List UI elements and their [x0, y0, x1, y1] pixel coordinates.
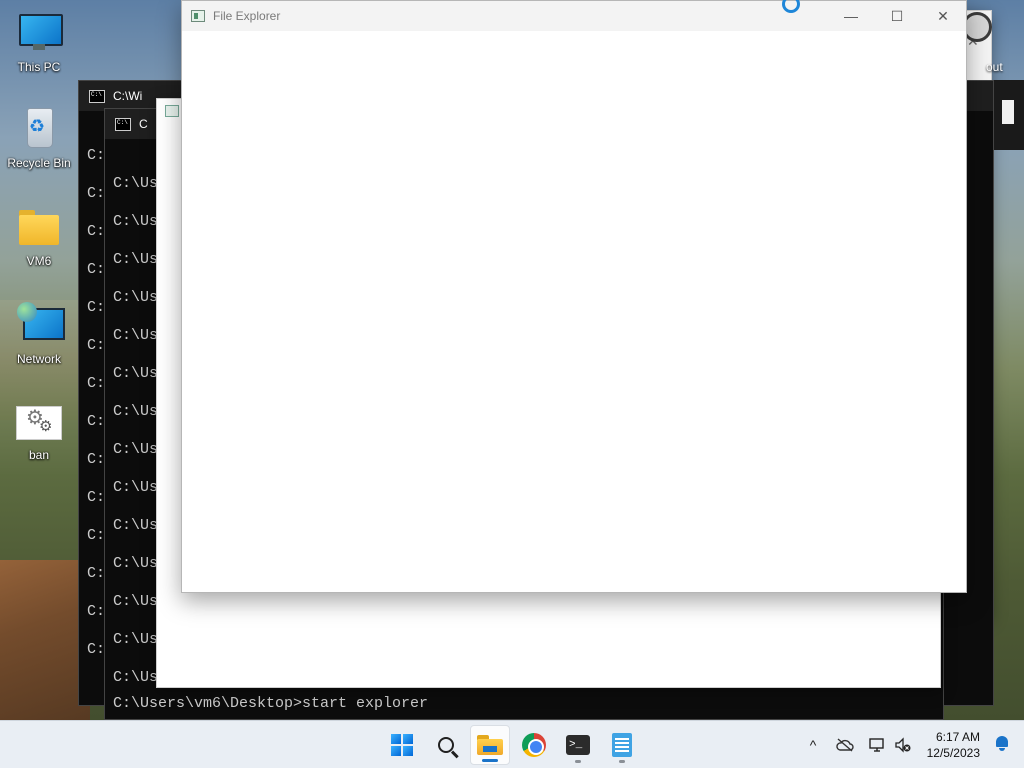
file-explorer-button[interactable]	[470, 725, 510, 765]
minimize-button[interactable]: —	[828, 1, 874, 31]
terminal-button[interactable]: >_	[558, 725, 598, 765]
desktop-icon-vm6[interactable]: VM6	[1, 204, 77, 268]
console-output: C: C: C: C: C: C: C: C: C: C: C: C: C: C:	[87, 137, 105, 669]
search-button[interactable]	[426, 725, 466, 765]
console-line: C:\Us	[113, 403, 159, 420]
console-line: C:\Us	[113, 365, 159, 382]
desktop-icon-label: Recycle Bin	[7, 156, 71, 170]
network-status-button[interactable]	[864, 721, 890, 768]
file-explorer-icon	[477, 735, 503, 755]
desktop-icon-ban[interactable]: ban	[1, 400, 77, 462]
desktop-icon-recycle-bin[interactable]: Recycle Bin	[1, 106, 77, 170]
close-button[interactable]: ✕	[920, 1, 966, 31]
clock[interactable]: 6:17 AM 12/5/2023	[927, 729, 980, 761]
console-line: C:	[87, 603, 106, 620]
console-line: C:	[87, 527, 106, 544]
file-explorer-window[interactable]: File Explorer — ☐ ✕	[181, 0, 967, 593]
app-icon	[165, 105, 179, 117]
volume-muted-icon	[895, 737, 911, 753]
console-line: C:	[87, 641, 106, 658]
console-line: C:\Us	[113, 479, 159, 496]
cloud-offline-icon	[836, 738, 854, 752]
console-line: C:\Us	[113, 631, 159, 648]
console-line: C:\Us	[113, 175, 159, 192]
notepad-icon	[612, 733, 632, 757]
window-title: File Explorer	[213, 9, 281, 23]
console-line: C:	[87, 299, 106, 316]
maximize-icon: ☐	[890, 7, 904, 24]
console-line: C:\Us	[113, 441, 159, 458]
chrome-icon	[522, 733, 546, 757]
console-line: C:\Us	[113, 327, 159, 344]
minimize-icon: —	[844, 8, 858, 24]
running-indicator	[575, 760, 581, 763]
console-line: C:	[87, 337, 106, 354]
file-explorer-icon	[191, 10, 205, 22]
console-line: C:	[87, 261, 106, 278]
desktop-label-fragment: out	[986, 60, 1003, 74]
console-line: C:	[87, 565, 106, 582]
background-console-edge	[990, 80, 1024, 150]
cmd-icon	[89, 89, 105, 103]
folder-icon	[17, 204, 61, 248]
desktop-icon-this-pc[interactable]: This PC	[1, 10, 77, 74]
console-line: C:	[87, 451, 106, 468]
console-line: C:	[87, 223, 106, 240]
console-line: C:\Us	[113, 251, 159, 268]
explorer-content[interactable]	[182, 31, 966, 592]
console-last-command: C:\Users\vm6\Desktop>start explorer	[113, 695, 429, 712]
console-line: C:	[87, 413, 106, 430]
desktop-icon-label: VM6	[26, 254, 52, 268]
chrome-button[interactable]	[514, 725, 554, 765]
desktop-icon-network[interactable]: Network	[1, 302, 77, 366]
console-scroll-box	[1002, 100, 1014, 124]
console-output: C:\Us C:\Us C:\Us C:\Us C:\Us C:\Us C:\Us C:\Us…	[113, 165, 158, 697]
windows-logo-icon	[391, 734, 413, 756]
console-title: C:\Wi	[113, 89, 143, 103]
wallpaper-rock	[0, 560, 90, 720]
recycle-bin-icon	[17, 106, 61, 150]
show-hidden-icons-button[interactable]: ^	[800, 721, 826, 768]
console-line: C:\Us	[113, 289, 159, 306]
date-text: 12/5/2023	[926, 746, 980, 760]
console-title: C	[139, 117, 148, 131]
network-disconnected-icon	[869, 738, 884, 752]
onedrive-button[interactable]	[832, 721, 858, 768]
time-text: 6:17 AM	[935, 730, 980, 744]
desktop-icon-label: Network	[16, 352, 61, 366]
maximize-button[interactable]: ☐	[874, 1, 920, 31]
close-icon: ✕	[937, 7, 949, 24]
notification-bell-icon[interactable]	[994, 735, 1010, 751]
desktop-icon-label: This PC	[17, 60, 61, 74]
settings-shortcut-icon	[16, 405, 62, 440]
console-line: C:	[87, 375, 106, 392]
volume-button[interactable]	[890, 721, 916, 768]
active-indicator	[482, 759, 498, 762]
console-line: C:\Us	[113, 517, 159, 534]
chevron-up-icon: ^	[809, 737, 817, 753]
notepad-button[interactable]	[602, 725, 642, 765]
start-button[interactable]	[382, 725, 422, 765]
loading-spinner-icon	[782, 0, 800, 13]
console-line: C:\Us	[113, 213, 159, 230]
console-line: C:	[87, 185, 106, 202]
running-indicator	[619, 760, 625, 763]
cmd-icon	[115, 117, 131, 131]
console-line: C:\Us	[113, 669, 159, 686]
explorer-titlebar[interactable]: File Explorer — ☐ ✕	[182, 0, 966, 31]
taskbar: >_ ^ 6:17 AM 12/5/2023	[0, 720, 1024, 768]
console-line: C:\Us	[113, 593, 159, 610]
terminal-icon: >_	[566, 735, 590, 755]
console-line: C:	[87, 147, 106, 164]
desktop-icon-label: ban	[28, 448, 50, 462]
console-line: C:\Us	[113, 555, 159, 572]
console-line: C:	[87, 489, 106, 506]
search-icon	[438, 737, 454, 753]
network-icon	[17, 302, 65, 346]
this-pc-icon	[17, 10, 63, 54]
